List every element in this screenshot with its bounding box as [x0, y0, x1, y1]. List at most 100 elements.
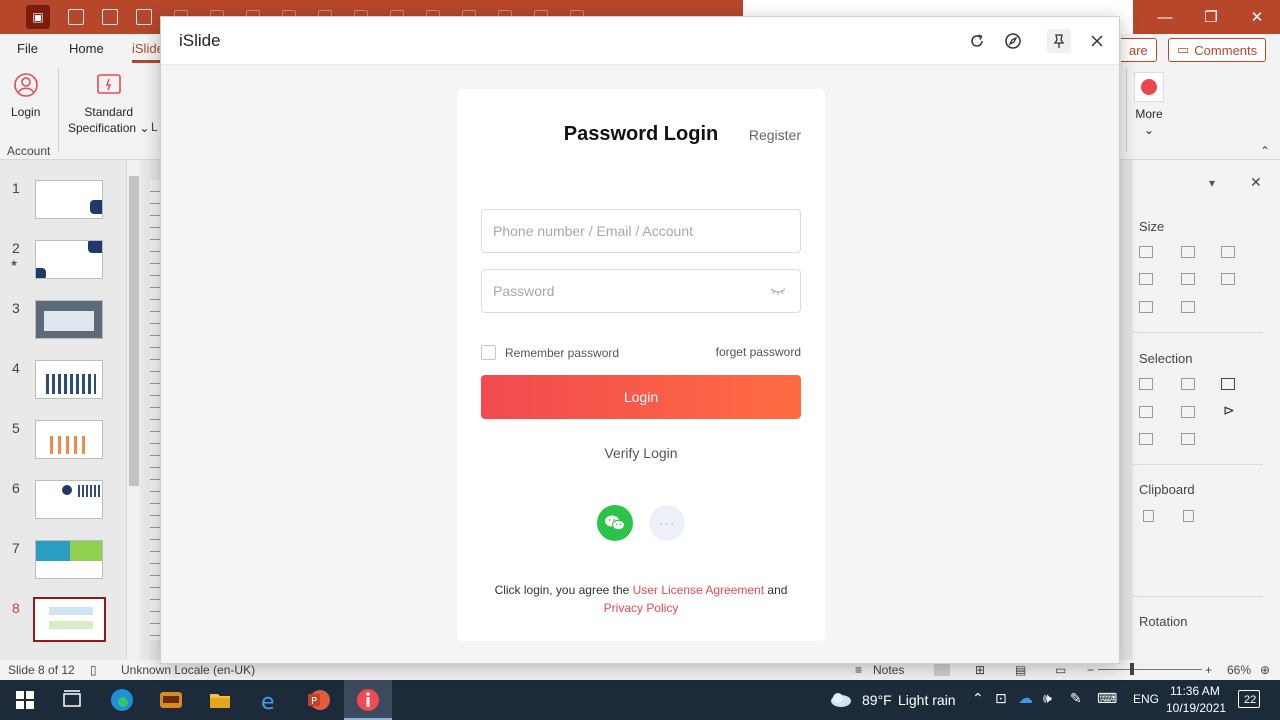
slide-sorter-icon[interactable]: ⊞: [975, 663, 985, 677]
slideshow-icon[interactable]: ▭: [1055, 663, 1066, 677]
slide-thumbnail[interactable]: 3: [0, 300, 128, 360]
copy-icon[interactable]: [1143, 510, 1154, 522]
size-tool-icon[interactable]: [1139, 246, 1153, 258]
forget-password-link[interactable]: forget password: [716, 345, 801, 359]
slide-thumbnail[interactable]: 5: [0, 420, 128, 480]
size-tool-icon[interactable]: [1221, 246, 1235, 258]
size-tool-icon[interactable]: [1139, 301, 1153, 313]
slide-thumbnail[interactable]: 4: [0, 360, 128, 420]
chevron-up-icon[interactable]: ⌃: [972, 690, 984, 707]
close-pane-icon[interactable]: ✕: [1250, 174, 1262, 191]
zoom-in-icon[interactable]: +: [1205, 663, 1212, 677]
weather-temperature[interactable]: 89°F: [862, 692, 892, 708]
textbox-icon[interactable]: [102, 9, 118, 25]
internet-explorer-icon[interactable]: e: [258, 688, 282, 712]
size-tool-icon[interactable]: [1139, 273, 1153, 285]
zoom-slider-handle[interactable]: [1130, 663, 1134, 675]
powerpoint-icon[interactable]: P: [307, 688, 331, 712]
slide-thumbnail[interactable]: 7: [0, 540, 128, 600]
normal-view-icon[interactable]: [934, 662, 950, 676]
notification-icon[interactable]: 22: [1238, 690, 1260, 708]
shapes-icon[interactable]: [136, 9, 152, 25]
verify-login-link[interactable]: Verify Login: [457, 445, 825, 461]
task-view-icon[interactable]: [60, 688, 84, 712]
tab-home[interactable]: Home: [69, 41, 104, 56]
game-app-icon[interactable]: [159, 688, 183, 712]
wechat-login-button[interactable]: [597, 505, 633, 541]
more-login-options-button[interactable]: ···: [649, 505, 685, 541]
eye-closed-icon[interactable]: [770, 285, 786, 297]
islide-taskbar-button[interactable]: [344, 680, 392, 720]
standard-specification-button[interactable]: Standard Specification ⌄: [68, 72, 149, 136]
reading-view-icon[interactable]: ▤: [1015, 663, 1026, 677]
zoom-level[interactable]: 66%: [1227, 663, 1251, 677]
pin-button[interactable]: [1047, 29, 1071, 53]
file-explorer-icon[interactable]: [208, 688, 232, 712]
language-indicator[interactable]: ENG: [1133, 692, 1159, 706]
password-input[interactable]: [482, 270, 800, 312]
network-icon[interactable]: ⊡: [995, 690, 1007, 707]
selection-tool-icon[interactable]: [1181, 378, 1195, 390]
clock-date[interactable]: 10/19/2021: [1166, 701, 1226, 715]
weather-description[interactable]: Light rain: [898, 692, 956, 708]
selection-tool-icon[interactable]: [1181, 406, 1195, 418]
remember-checkbox[interactable]: [481, 345, 496, 360]
keyboard-icon[interactable]: ⌨: [1097, 690, 1117, 707]
selection-tool-icon[interactable]: [1181, 433, 1195, 445]
slide-thumbnail[interactable]: 6: [0, 480, 128, 540]
selection-tool-icon[interactable]: [1139, 378, 1153, 390]
onedrive-icon[interactable]: ☁: [1018, 689, 1033, 707]
privacy-policy-link[interactable]: Privacy Policy: [604, 601, 679, 615]
share-button[interactable]: are: [1121, 38, 1157, 62]
slide-thumbnail[interactable]: 1: [0, 180, 128, 240]
zoom-slider[interactable]: [1098, 669, 1202, 670]
spellcheck-icon[interactable]: ▯: [90, 663, 97, 677]
selection-tool-icon[interactable]: [1221, 378, 1235, 390]
size-tool-icon[interactable]: [1181, 273, 1195, 285]
login-button[interactable]: Login: [481, 375, 801, 419]
clock-time[interactable]: 11:36 AM: [1170, 684, 1220, 698]
size-tool-icon[interactable]: [1181, 301, 1195, 313]
fit-slide-icon[interactable]: ⊕: [1260, 663, 1270, 677]
tab-file[interactable]: File: [17, 41, 38, 56]
restore-icon[interactable]: ❐: [1188, 0, 1234, 34]
register-link[interactable]: Register: [749, 127, 801, 143]
license-agreement-link[interactable]: User License Agreement: [633, 583, 764, 597]
account-field[interactable]: [481, 209, 801, 253]
compass-button[interactable]: [1001, 29, 1025, 53]
refresh-button[interactable]: [965, 29, 989, 53]
thumbnail-scrollbar[interactable]: [126, 160, 140, 660]
zoom-out-icon[interactable]: −: [1087, 663, 1094, 677]
remember-label[interactable]: Remember password: [505, 346, 619, 360]
paste-icon[interactable]: [1183, 510, 1194, 522]
close-dialog-button[interactable]: [1085, 29, 1109, 53]
selection-tool-icon[interactable]: [1139, 406, 1153, 418]
pen-icon[interactable]: ✎: [1070, 690, 1082, 707]
remember-password[interactable]: Remember password: [481, 345, 619, 360]
windows-start-icon[interactable]: [13, 688, 37, 712]
size-tool-icon[interactable]: [1181, 246, 1195, 258]
login-ribbon-button[interactable]: Login: [11, 72, 40, 120]
slide-thumbnail[interactable]: 8: [0, 597, 128, 660]
scrollbar-thumb[interactable]: [129, 176, 139, 486]
volume-icon[interactable]: 🕪: [1043, 690, 1052, 707]
edge-icon[interactable]: [110, 688, 134, 712]
selection-tool-icon[interactable]: [1139, 433, 1153, 445]
account-input[interactable]: [482, 210, 800, 252]
cursor-icon[interactable]: ⊳: [1223, 402, 1235, 419]
slide-thumbnail[interactable]: 2 ★: [0, 240, 128, 300]
password-field[interactable]: [481, 269, 801, 313]
save-icon[interactable]: ▣: [26, 5, 50, 29]
comments-button[interactable]: ▭ Comments: [1168, 38, 1267, 62]
collapse-ribbon-icon[interactable]: ⌃: [1260, 144, 1270, 158]
size-tool-icon[interactable]: [1221, 273, 1235, 285]
notes-button[interactable]: Notes: [873, 663, 904, 677]
notes-icon[interactable]: ≡: [855, 663, 862, 677]
close-window-icon[interactable]: ✕: [1234, 0, 1280, 34]
more-button[interactable]: More ⌄: [1134, 72, 1164, 138]
weather-icon[interactable]: [829, 688, 853, 712]
locale-indicator[interactable]: Unknown Locale (en-UK): [121, 663, 255, 677]
minimize-icon[interactable]: —: [1142, 0, 1188, 34]
chevron-down-icon[interactable]: ▾: [1209, 176, 1215, 190]
file-icon[interactable]: [68, 9, 84, 25]
